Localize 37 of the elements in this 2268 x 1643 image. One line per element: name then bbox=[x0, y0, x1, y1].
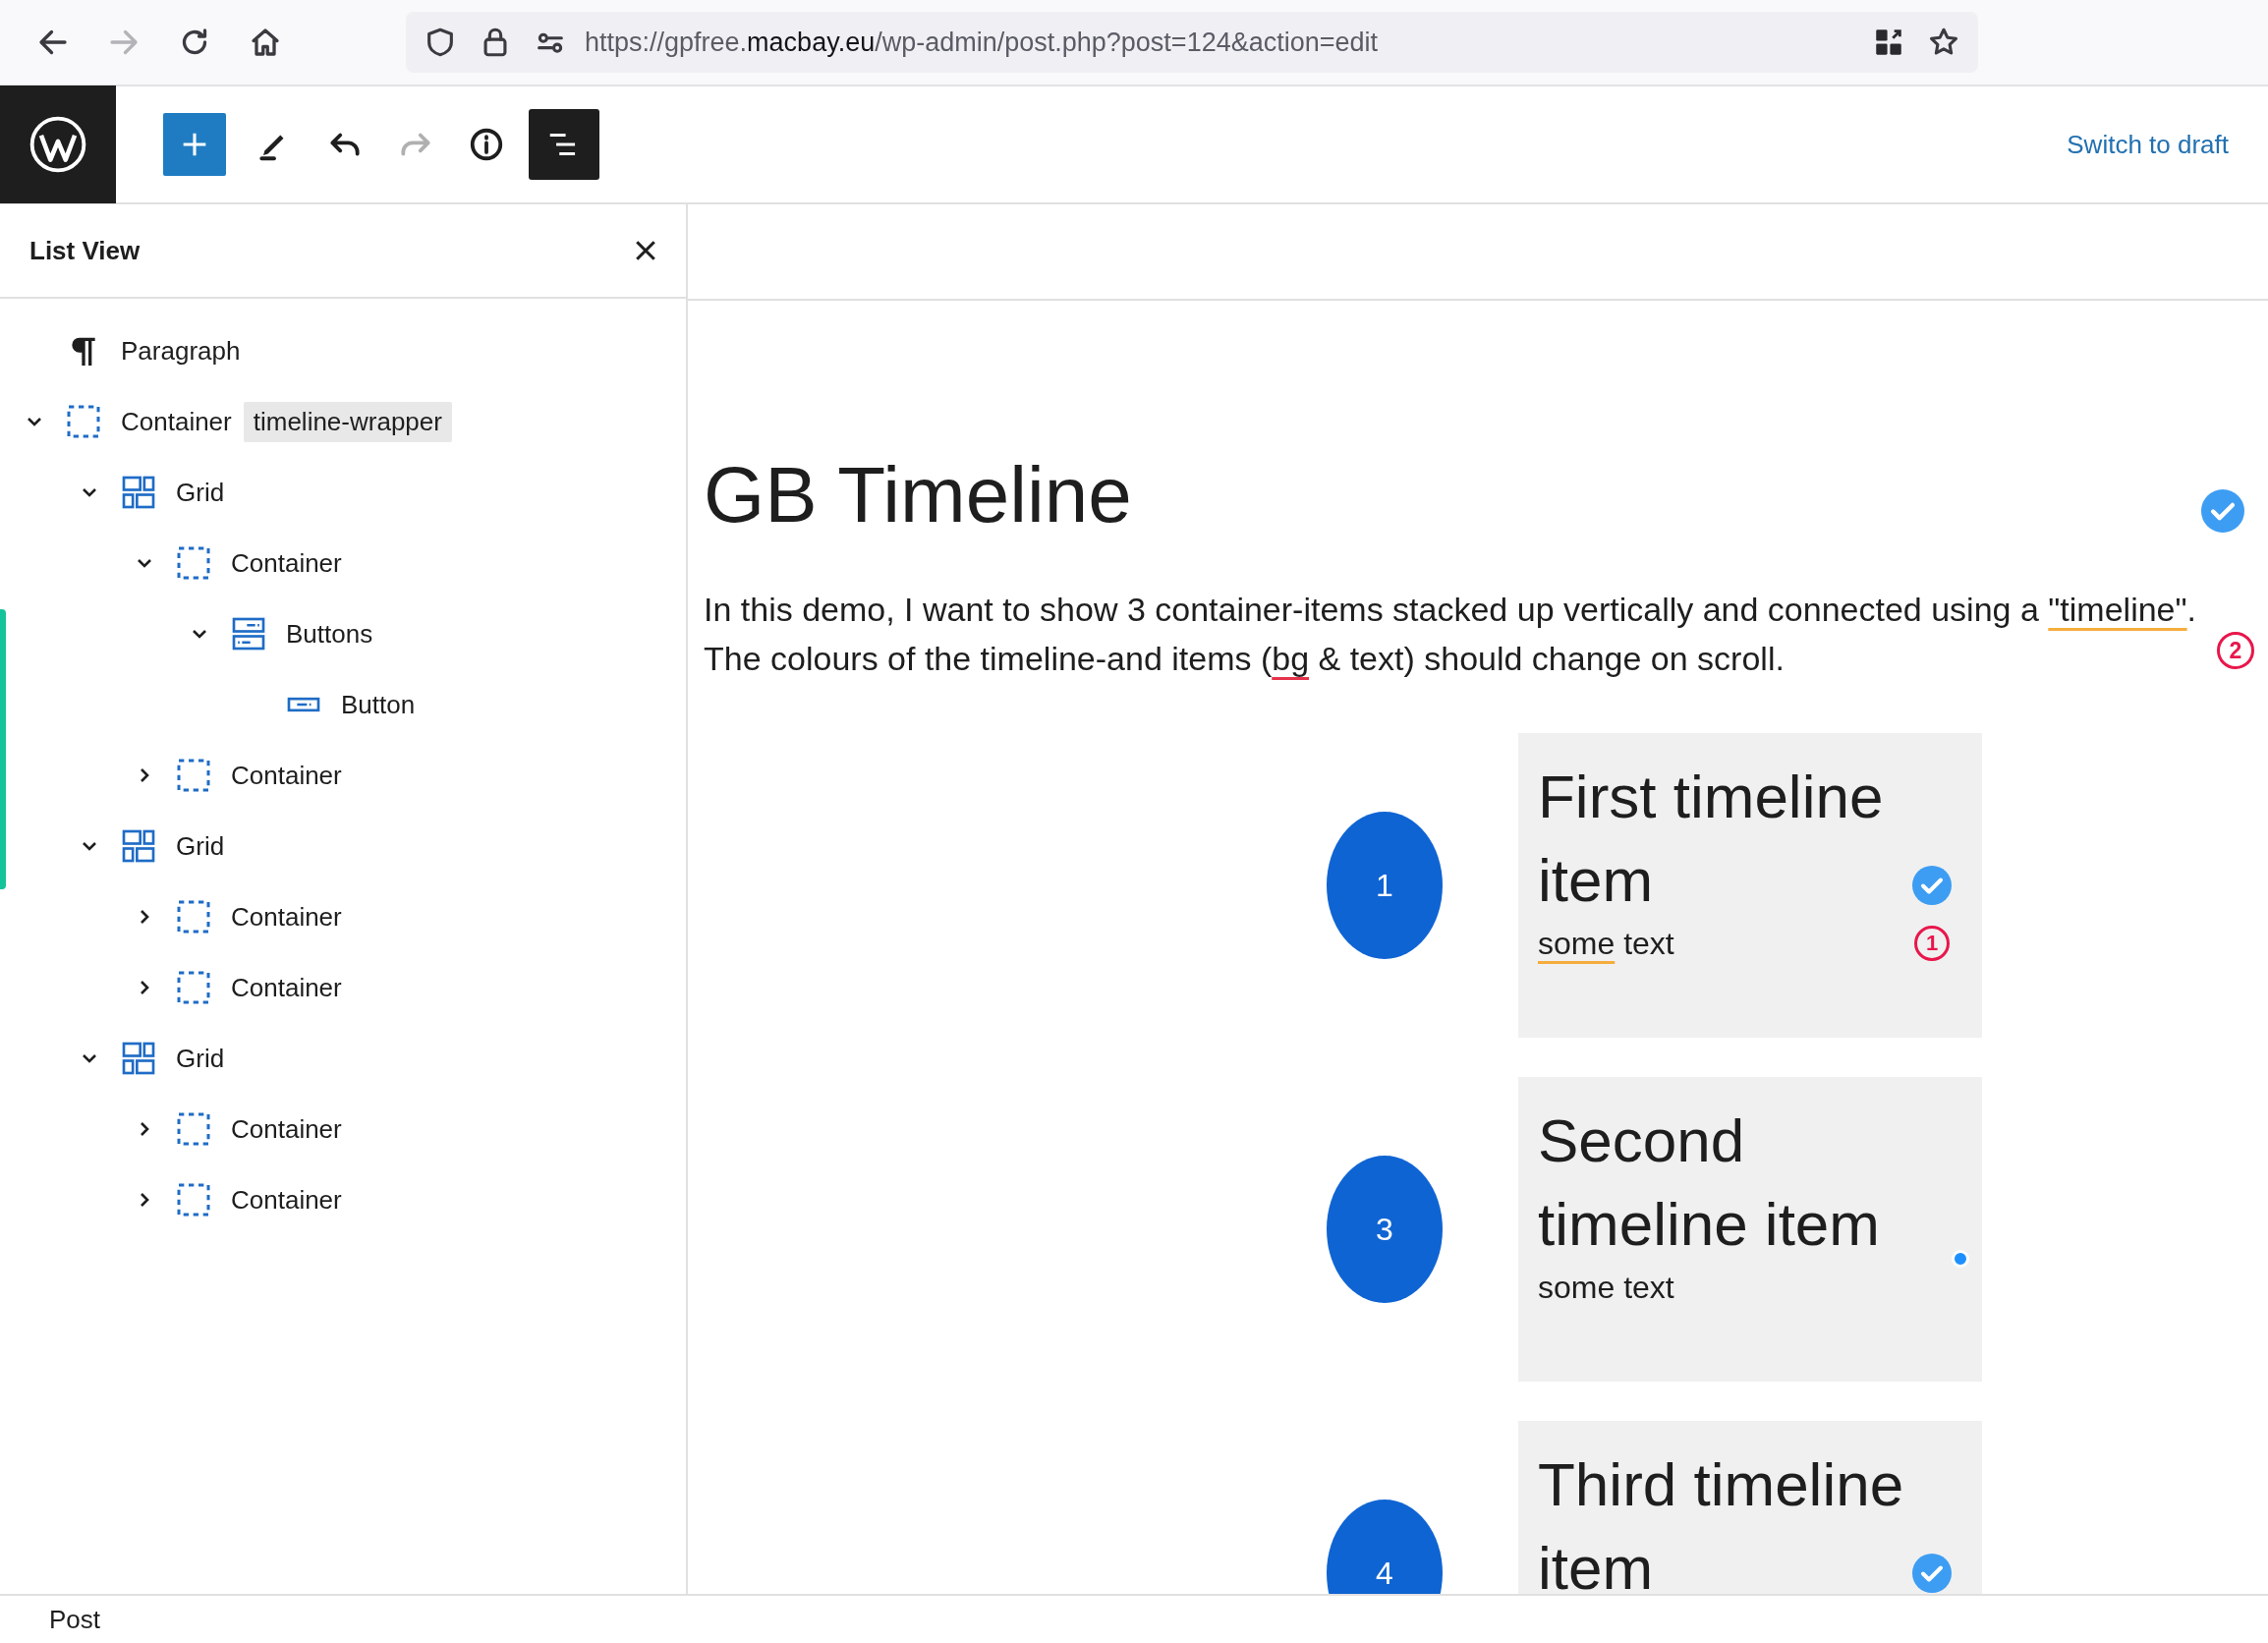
add-block-button[interactable] bbox=[163, 113, 226, 176]
list-item-label[interactable]: Buttons bbox=[286, 618, 373, 650]
step-circle: 1 bbox=[1327, 812, 1443, 959]
check-icon bbox=[2201, 489, 2244, 533]
class-tag: timeline-wrapper bbox=[243, 401, 452, 442]
list-item-label[interactable]: Container bbox=[231, 760, 342, 791]
list-item-label[interactable]: Paragraph bbox=[121, 335, 241, 367]
logo-icon[interactable] bbox=[28, 114, 88, 175]
status-dot bbox=[1952, 1250, 1969, 1268]
body-paragraph[interactable]: In this demo, I want to show 3 container-items stacked up vertically and connected using a "timeline". The colours of the timeline-and items (bg & text) should change on scroll. bbox=[704, 585, 2212, 683]
list-item-label[interactable]: Container bbox=[231, 547, 342, 579]
list-item-label[interactable]: Container bbox=[231, 972, 342, 1003]
list-item-label[interactable]: Grid bbox=[176, 830, 225, 862]
list-item-label[interactable]: Grid bbox=[176, 477, 225, 508]
card-title[interactable]: Third timeline item bbox=[1538, 1443, 1962, 1594]
issue-count-badge[interactable]: 1 bbox=[1914, 926, 1950, 961]
post-title[interactable]: GB Timeline bbox=[704, 448, 2268, 542]
check-icon bbox=[1912, 1554, 1952, 1593]
list-item-label[interactable]: Container bbox=[231, 901, 342, 933]
issue-count-badge[interactable]: 2 bbox=[2217, 632, 2254, 669]
step-circle: 3 bbox=[1327, 1156, 1443, 1303]
list-item-label[interactable]: Container bbox=[231, 1113, 342, 1145]
panel-title: List View bbox=[29, 235, 141, 266]
info-icon[interactable] bbox=[468, 126, 505, 163]
list-item-label[interactable]: Container bbox=[231, 1184, 342, 1216]
step-circle: 4 bbox=[1327, 1500, 1443, 1594]
check-icon bbox=[1912, 866, 1952, 905]
breadcrumb[interactable]: Post bbox=[49, 1604, 101, 1635]
list-item-label[interactable]: Button bbox=[341, 689, 416, 720]
list-item-label[interactable]: Container bbox=[121, 406, 232, 437]
card-title[interactable]: First timeline item bbox=[1538, 755, 1962, 922]
card-title[interactable]: Second timeline item bbox=[1538, 1099, 1962, 1266]
card-text[interactable]: some text bbox=[1538, 1266, 1674, 1309]
list-item-label[interactable]: Grid bbox=[176, 1043, 225, 1074]
card-text[interactable]: some text bbox=[1538, 922, 1674, 965]
switch-to-draft-link[interactable]: Switch to draft bbox=[2067, 129, 2229, 160]
list-view-button[interactable] bbox=[529, 109, 599, 180]
